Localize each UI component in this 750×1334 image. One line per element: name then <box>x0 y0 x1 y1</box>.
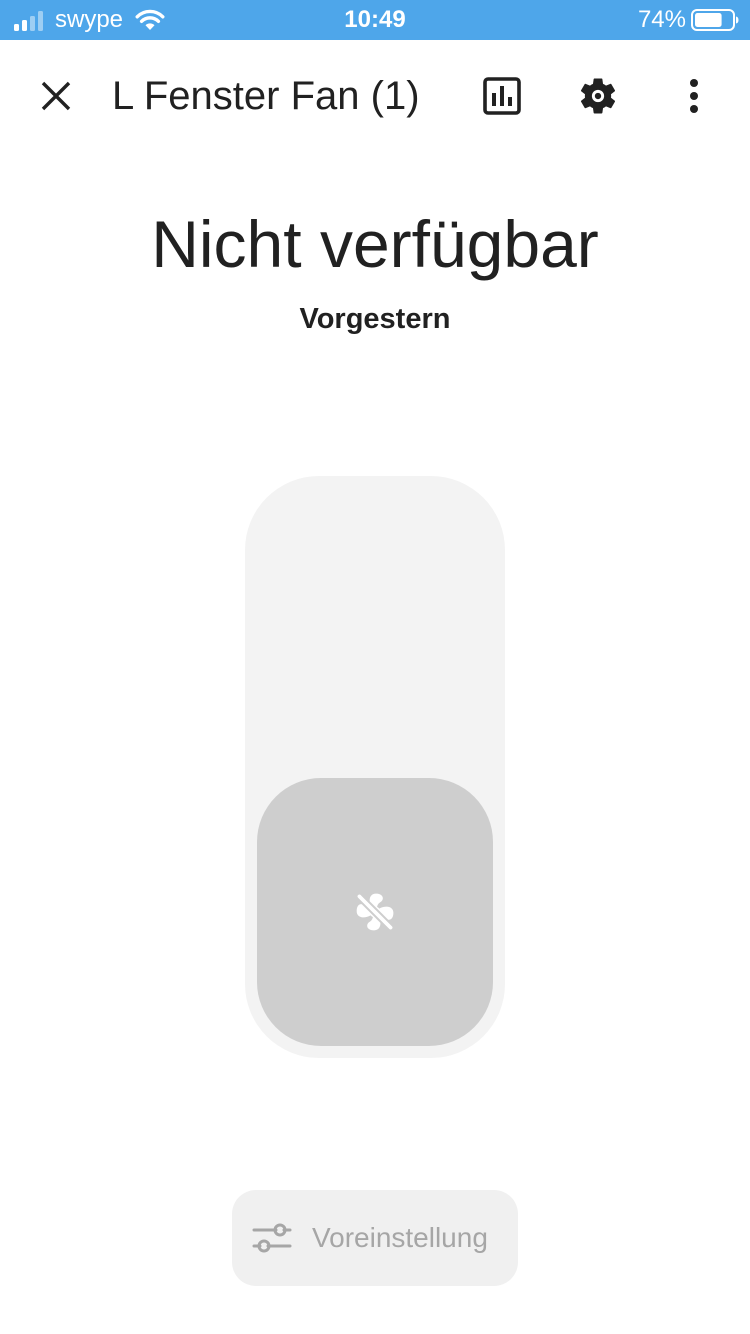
preset-mode-label: Voreinstellung <box>312 1222 488 1253</box>
battery-icon <box>691 9 739 31</box>
more-options-button[interactable] <box>666 68 722 124</box>
tune-sliders-icon <box>252 1223 292 1253</box>
battery-percentage: 74% <box>637 6 686 33</box>
dialog-title: L Fenster Fan (1) <box>112 74 420 118</box>
history-chart-icon <box>483 77 521 115</box>
fan-speed-slider[interactable] <box>245 476 505 1058</box>
close-button[interactable] <box>28 68 84 124</box>
battery-level-fill <box>695 13 722 27</box>
entity-state: Nicht verfügbar <box>151 207 599 281</box>
history-button[interactable] <box>474 68 530 124</box>
last-changed: Vorgestern <box>299 303 451 335</box>
fan-off-icon <box>355 892 395 932</box>
status-bar: swype 10:49 74% <box>0 0 750 40</box>
more-vertical-icon <box>690 79 698 113</box>
settings-button[interactable] <box>570 68 626 124</box>
preset-mode-button[interactable]: Voreinstellung <box>232 1190 518 1286</box>
close-icon <box>41 81 71 111</box>
settings-gear-icon <box>580 78 616 114</box>
fan-speed-slider-fill[interactable] <box>257 778 493 1046</box>
dialog-header: L Fenster Fan (1) <box>0 40 750 152</box>
